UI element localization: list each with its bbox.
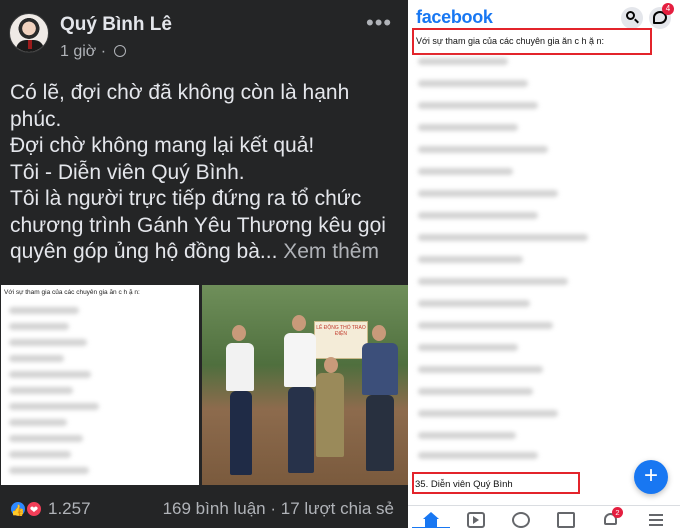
blurred-line — [418, 146, 548, 153]
person — [284, 333, 316, 387]
blurred-line — [418, 168, 513, 175]
blurred-line — [418, 80, 528, 87]
author-name[interactable]: Quý Bình Lê — [60, 14, 172, 36]
notification-badge: 2 — [612, 507, 623, 518]
blurred-line — [418, 256, 523, 263]
post-text-line: Tôi là người trực tiếp đứng ra tổ chức — [10, 187, 362, 210]
blurred-line — [9, 467, 89, 474]
news-icon[interactable] — [557, 512, 575, 528]
person-head — [372, 325, 386, 341]
post-text: Có lẽ, đợi chờ đã không còn là hạnh phúc… — [10, 80, 402, 266]
highlight-box-bottom — [412, 472, 580, 494]
blurred-line — [418, 212, 538, 219]
blurred-line — [418, 300, 530, 307]
blurred-line — [418, 58, 508, 65]
blurred-line — [418, 366, 543, 373]
facebook-post-dark: Quý Bình Lê 1 giờ · ••• Có lẽ, đợi chờ đ… — [0, 0, 408, 528]
person — [288, 387, 314, 473]
blurred-line — [418, 452, 538, 459]
person-head — [324, 357, 338, 373]
blurred-line — [9, 435, 83, 442]
person — [366, 395, 394, 471]
messenger-badge: 4 — [662, 3, 674, 15]
person — [316, 373, 344, 457]
post-text-line: chương trình Gánh Yêu Thương kêu gọi — [10, 213, 386, 237]
blurred-line — [9, 355, 64, 362]
blurred-line — [418, 234, 588, 241]
blurred-line — [418, 344, 518, 351]
blurred-line — [418, 190, 558, 197]
blurred-line — [418, 124, 518, 131]
post-text-line-last: quyên góp ủng hộ đồng bà... Xem thêm — [10, 239, 402, 266]
person-head — [292, 315, 306, 331]
post-meta: 1 giờ · — [60, 43, 126, 61]
globe-icon — [113, 45, 126, 57]
bottom-nav — [408, 505, 680, 528]
person — [230, 391, 252, 475]
blurred-line — [418, 410, 558, 417]
document-caption: Với sự tham gia của các chuyên gia ăn c … — [4, 289, 140, 296]
blurred-line — [9, 339, 87, 346]
blurred-line — [9, 419, 67, 426]
highlight-box-top — [412, 28, 652, 55]
plus-icon[interactable]: + — [634, 460, 668, 494]
post-text-line: Có lẽ, đợi chờ đã không còn là hạnh — [10, 81, 350, 104]
groups-icon[interactable] — [512, 512, 530, 528]
blurred-line — [9, 451, 71, 458]
blurred-line — [9, 323, 69, 330]
love-icon[interactable]: ❤ — [25, 500, 43, 518]
blurred-line — [418, 388, 533, 395]
post-time[interactable]: 1 giờ · — [60, 43, 106, 60]
blurred-line — [418, 322, 553, 329]
video-icon[interactable] — [467, 512, 485, 528]
post-text-line: Đợi chờ không mang lại kết quả! — [10, 134, 315, 157]
post-text-line: phúc. — [10, 107, 62, 131]
facebook-logo[interactable]: facebook — [416, 7, 493, 28]
document-image[interactable]: Với sự tham gia của các chuyên gia ăn c … — [1, 285, 199, 485]
event-photo[interactable]: LỄ ĐỘNG THỔ TRAO ĐIỆN — [202, 285, 408, 485]
search-icon[interactable] — [621, 7, 643, 29]
menu-icon[interactable] — [648, 512, 666, 528]
person-head — [232, 325, 246, 341]
author-avatar[interactable] — [9, 13, 49, 53]
home-icon[interactable] — [412, 512, 450, 528]
event-banner: LỄ ĐỘNG THỔ TRAO ĐIỆN — [314, 321, 368, 359]
blurred-line — [418, 432, 516, 439]
blurred-line — [418, 278, 568, 285]
blurred-line — [9, 387, 73, 394]
person — [362, 343, 398, 395]
blurred-line — [9, 371, 91, 378]
blurred-line — [9, 307, 79, 314]
see-more-link[interactable]: Xem thêm — [283, 240, 379, 263]
more-icon[interactable]: ••• — [366, 10, 392, 36]
comment-share-stats[interactable]: 169 bình luận · 17 lượt chia sẻ — [163, 499, 394, 519]
person — [226, 343, 254, 391]
blurred-line — [418, 102, 538, 109]
reaction-count[interactable]: 1.257 — [48, 499, 91, 519]
blurred-line — [9, 403, 99, 410]
post-text-line: Tôi - Diễn viên Quý Bình. — [10, 160, 245, 184]
post-text-tail: quyên góp ủng hộ đồng bà... — [10, 240, 278, 263]
facebook-mobile-view: facebook 4 Với sự tham gia của các chuyê… — [408, 0, 680, 528]
